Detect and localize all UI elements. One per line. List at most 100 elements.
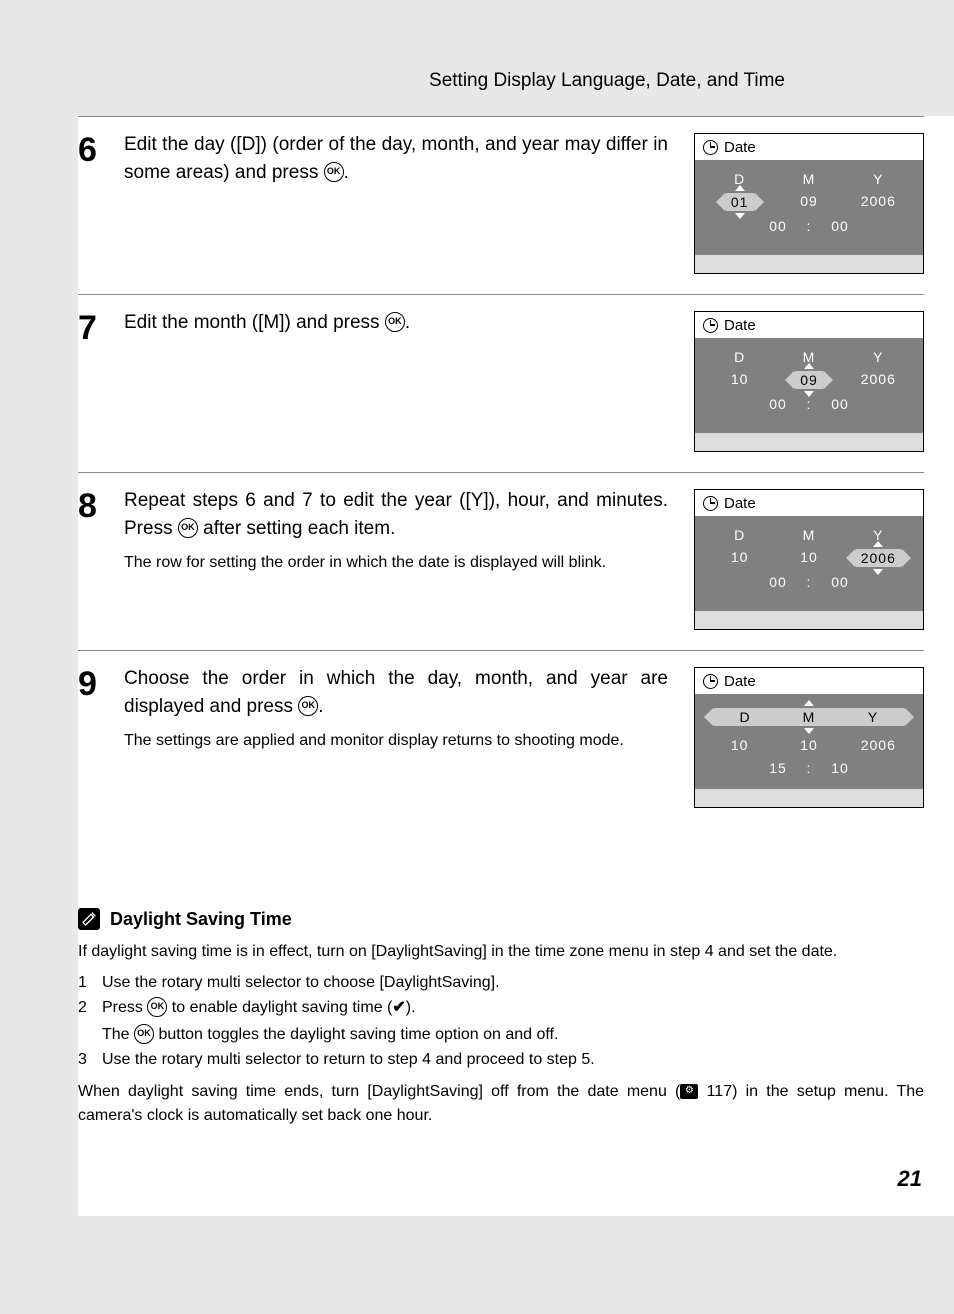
li-num: 3 [78, 1048, 94, 1073]
dmy-labels: D M Y [695, 168, 923, 190]
note-item-1: 1 Use the rotary multi selector to choos… [78, 971, 924, 996]
step-text-b: . [344, 162, 349, 183]
li2-b: to enable daylight saving time ( [167, 999, 392, 1016]
colon: : [804, 760, 814, 776]
colon: : [804, 396, 814, 412]
note-intro: If daylight saving time is in effect, tu… [78, 940, 924, 963]
step-text-b: after setting each item. [198, 518, 396, 539]
time-row: 00 : 00 [695, 570, 923, 590]
m-value: 10 [784, 549, 834, 567]
step-text-b: . [405, 312, 410, 333]
lcd-header: Date [695, 668, 923, 694]
y-value: 2006 [853, 371, 903, 389]
step-text: Repeat steps 6 and 7 to edit the year ([… [124, 487, 668, 542]
step-text-a: Edit the day ([D]) (order of the day, mo… [124, 134, 668, 183]
d-label: D [715, 527, 765, 543]
li2-c: ). [406, 999, 416, 1016]
m-value: 10 [784, 737, 834, 753]
lcd-screen-step7: Date D M Y 10 09 2006 00 : [694, 311, 924, 452]
lcd-title: Date [724, 139, 756, 156]
page-number: 21 [898, 1166, 922, 1192]
d-label: D [715, 349, 765, 365]
note-item-2-sub: The OK button toggles the daylight savin… [102, 1023, 924, 1048]
note-item-3: 3 Use the rotary multi selector to retur… [78, 1048, 924, 1073]
step-subtext: The row for setting the order in which t… [124, 552, 668, 574]
lcd-screen-step8: Date D M Y 10 10 2006 00 : [694, 489, 924, 630]
step-text-a: Edit the month ([M]) and press [124, 312, 385, 333]
note-outro: When daylight saving time ends, turn [Da… [78, 1080, 924, 1126]
step-number: 8 [78, 487, 108, 650]
outro-a: When daylight saving time ends, turn [Da… [78, 1083, 680, 1100]
lcd-footer [695, 255, 923, 273]
time-row: 00 : 00 [695, 214, 923, 234]
note-item-2: 2 Press OK to enable daylight saving tim… [78, 996, 924, 1021]
lcd-screen-step9: Date D M Y 10 10 20 [694, 667, 924, 808]
y-selector: 2006 [855, 549, 902, 567]
step-6: 6 Edit the day ([D]) (order of the day, … [78, 116, 924, 294]
dmy-values: 10 10 2006 [695, 546, 923, 570]
y-value: 2006 [853, 193, 903, 211]
d-selector: 01 [725, 193, 755, 211]
li-text: Use the rotary multi selector to return … [102, 1048, 924, 1073]
ok-icon: OK [385, 312, 405, 332]
step-text-a: Choose the order in which the day, month… [124, 668, 668, 717]
pencil-icon [78, 908, 100, 930]
hh-value: 00 [756, 396, 800, 412]
ok-icon: OK [134, 1024, 154, 1044]
dmy-values: 01 09 2006 [695, 190, 923, 214]
d-value: 01 [715, 193, 765, 211]
d-label: D [720, 709, 770, 725]
li-text: Use the rotary multi selector to choose … [102, 971, 924, 996]
step-7: 7 Edit the month ([M]) and press OK. Dat… [78, 294, 924, 472]
hh-value: 15 [756, 760, 800, 776]
lcd-title: Date [724, 317, 756, 334]
ok-icon: OK [298, 696, 318, 716]
d-value: 10 [715, 549, 765, 567]
dmy-row-selector: D M Y [713, 708, 905, 726]
y-label: Y [848, 709, 898, 725]
dmy-labels: D M Y [695, 524, 923, 546]
page-header: Setting Display Language, Date, and Time [0, 0, 954, 116]
m-label: M [784, 527, 834, 543]
li2-sub-a: The [102, 1026, 134, 1043]
step-9: 9 Choose the order in which the day, mon… [78, 650, 924, 828]
m-selector: 09 [794, 371, 824, 389]
mm-value: 00 [818, 574, 862, 590]
dmy-values: 10 09 2006 [695, 368, 923, 392]
li2-sub-b: button toggles the daylight saving time … [154, 1026, 558, 1043]
lcd-footer [695, 789, 923, 807]
lcd-header: Date [695, 134, 923, 160]
d-value: 10 [715, 371, 765, 389]
dmy-values: 10 10 2006 [695, 734, 923, 756]
d-value: 10 [715, 737, 765, 753]
li-num: 2 [78, 996, 94, 1021]
step-number: 7 [78, 309, 108, 472]
lcd-header: Date [695, 312, 923, 338]
ok-icon: OK [147, 997, 167, 1017]
step-number: 9 [78, 665, 108, 828]
lcd-footer [695, 433, 923, 451]
hh-value: 00 [756, 218, 800, 234]
m-value: 09 [784, 193, 834, 211]
lcd-footer [695, 611, 923, 629]
check-icon: ✔ [392, 996, 405, 1021]
li-text: Press OK to enable daylight saving time … [102, 996, 924, 1021]
m-label: M [784, 171, 834, 187]
colon: : [804, 574, 814, 590]
hh-value: 00 [756, 574, 800, 590]
y-value: 2006 [853, 549, 903, 567]
lcd-title: Date [724, 673, 756, 690]
y-label: Y [853, 349, 903, 365]
step-text-b: . [318, 696, 323, 717]
lcd-header: Date [695, 490, 923, 516]
li2-a: Press [102, 999, 147, 1016]
y-label: Y [853, 171, 903, 187]
step-text: Choose the order in which the day, month… [124, 665, 668, 720]
mm-value: 10 [818, 760, 862, 776]
clock-icon [703, 140, 718, 155]
step-number: 6 [78, 131, 108, 294]
ok-icon: OK [178, 518, 198, 538]
mm-value: 00 [818, 396, 862, 412]
step-8: 8 Repeat steps 6 and 7 to edit the year … [78, 472, 924, 650]
lcd-screen-step6: Date D M Y 01 09 2006 00 : [694, 133, 924, 274]
